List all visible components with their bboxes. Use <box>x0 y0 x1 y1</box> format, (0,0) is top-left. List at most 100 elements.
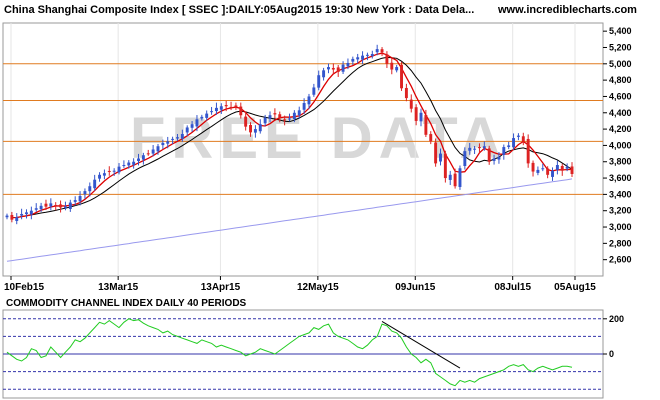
candle-body <box>439 153 442 162</box>
candle-body <box>141 155 145 160</box>
candle-body <box>414 107 418 121</box>
candle-body <box>244 116 248 127</box>
candle-body <box>73 200 77 202</box>
y-tick-label: 4,200 <box>609 124 632 134</box>
candle-body <box>5 215 9 218</box>
candle-body <box>234 105 238 108</box>
candle-body <box>229 106 233 108</box>
candle-body <box>331 67 335 70</box>
price-chart-svg: China Shanghai Composite Index [ SSEC ]:… <box>0 0 660 400</box>
candle-body <box>93 179 97 189</box>
candle-body <box>29 210 33 215</box>
candle-body <box>117 166 121 173</box>
candle-body <box>78 196 82 202</box>
candle-body <box>112 170 116 172</box>
candle-body <box>385 54 389 64</box>
candle-body <box>541 168 545 170</box>
x-tick-label: 12May15 <box>297 282 339 293</box>
y-tick-label: 5,000 <box>609 59 632 69</box>
candle-body <box>249 125 252 133</box>
candle-body <box>107 170 111 172</box>
candle-body <box>10 215 14 220</box>
y-tick-label: 3,400 <box>609 189 632 199</box>
candle-body <box>258 124 262 132</box>
candle-body <box>102 173 106 176</box>
candle-body <box>502 147 506 155</box>
candle-body <box>68 202 72 209</box>
y-tick-label: 3,800 <box>609 157 632 167</box>
candle-body <box>492 158 496 161</box>
chart-background <box>0 0 660 400</box>
candle-body <box>180 133 184 139</box>
y-tick-label: 4,600 <box>609 91 632 101</box>
candle-body <box>336 67 340 72</box>
candle-body <box>341 64 345 72</box>
candle-body <box>307 96 311 105</box>
chart-title: China Shanghai Composite Index [ SSEC ]:… <box>4 4 474 16</box>
candle-body <box>521 136 525 142</box>
candle-body <box>263 117 267 124</box>
candle-body <box>224 105 228 107</box>
candle-body <box>59 204 63 208</box>
y-tick-label: 5,200 <box>609 42 632 52</box>
y-tick-label: 4,000 <box>609 140 632 150</box>
y-tick-label: 2,600 <box>609 255 632 265</box>
candle-body <box>512 138 516 148</box>
x-tick-label: 08Jul15 <box>494 282 531 293</box>
candle-body <box>151 149 155 154</box>
y-tick-label: 4,400 <box>609 108 632 118</box>
candle-body <box>507 145 511 147</box>
candle-body <box>39 205 43 210</box>
x-tick-label: 13Mar15 <box>98 282 138 293</box>
candle-body <box>132 161 136 165</box>
candle-body <box>127 162 131 166</box>
candle-body <box>365 54 369 56</box>
y-tick-label: 3,000 <box>609 222 632 232</box>
candle-body <box>273 113 277 115</box>
cci-y-tick-label: 200 <box>609 314 624 324</box>
x-tick-label: 13Apr15 <box>201 282 241 293</box>
candle-body <box>424 115 428 135</box>
candle-body <box>156 146 160 152</box>
candle-body <box>473 148 477 150</box>
candle-body <box>302 102 306 110</box>
candle-body <box>516 135 520 137</box>
candle-body <box>375 49 379 53</box>
candle-body <box>327 67 330 70</box>
candle-body <box>409 99 413 109</box>
candle-body <box>351 58 355 62</box>
site-url[interactable]: www.incrediblecharts.com <box>497 4 637 16</box>
candle-body <box>322 70 326 78</box>
candle-body <box>551 170 554 177</box>
candle-body <box>185 127 189 133</box>
candle-body <box>34 208 38 210</box>
candle-body <box>361 55 365 60</box>
candle-body <box>210 111 214 113</box>
candle-body <box>395 67 399 71</box>
x-tick-label: 10Feb15 <box>4 282 44 293</box>
candle-body <box>526 138 530 164</box>
candle-body <box>458 168 462 187</box>
candle-body <box>370 54 374 57</box>
candle-body <box>531 162 535 172</box>
y-tick-label: 4,800 <box>609 75 632 85</box>
candle-body <box>219 106 223 110</box>
candle-body <box>161 142 165 146</box>
candle-body <box>404 87 408 99</box>
candle-body <box>83 191 87 195</box>
candle-body <box>555 165 559 170</box>
candle-body <box>122 165 126 167</box>
candle-body <box>171 138 175 140</box>
candle-body <box>400 64 403 89</box>
candle-body <box>283 119 287 121</box>
candle-body <box>453 173 457 187</box>
candle-body <box>448 174 452 180</box>
cci-y-tick-label: 0 <box>609 349 614 359</box>
y-tick-label: 3,600 <box>609 173 632 183</box>
candle-body <box>205 113 209 118</box>
candle-body <box>88 186 92 192</box>
candle-body <box>54 204 58 206</box>
candle-body <box>239 106 243 116</box>
candle-body <box>434 142 438 164</box>
candle-body <box>346 62 350 67</box>
